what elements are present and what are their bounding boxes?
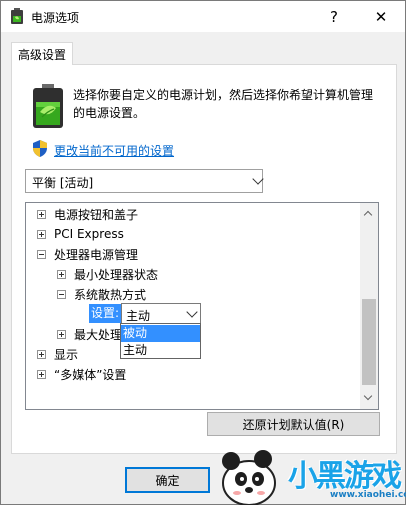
- settings-tree: 电源按钮和盖子 PCI Express 处理器电源管理 最小处理器状态 系统散热…: [25, 202, 379, 410]
- description-text: 选择你要自定义的电源计划，然后选择你希望计算机管理的电源设置。: [73, 88, 374, 120]
- expand-icon[interactable]: [37, 369, 46, 379]
- tree-item-label: 系统散热方式: [74, 287, 147, 302]
- tree-item-processor-power[interactable]: 处理器电源管理: [37, 244, 138, 264]
- tree-item-min-processor-state[interactable]: 最小处理器状态: [57, 264, 158, 284]
- watermark-url: www.xiaohei.com: [330, 490, 406, 500]
- title-bar: 电源选项 ? ✕: [1, 1, 405, 32]
- power-plan-select[interactable]: 平衡 [活动]: [25, 169, 264, 193]
- tree-item-display[interactable]: 显示: [37, 344, 78, 364]
- tab-label: 高级设置: [18, 48, 67, 62]
- tree-scrollbar[interactable]: [360, 203, 378, 409]
- scroll-thumb[interactable]: [362, 299, 376, 385]
- tree-item-label: 电源按钮和盖子: [54, 207, 139, 222]
- expand-icon[interactable]: [37, 209, 46, 219]
- chevron-down-icon: [186, 306, 198, 318]
- tree-item-multimedia[interactable]: “多媒体”设置: [37, 364, 126, 384]
- expand-icon[interactable]: [57, 329, 66, 339]
- tree-item-power-buttons[interactable]: 电源按钮和盖子: [37, 204, 138, 224]
- restore-defaults-button[interactable]: 还原计划默认值(R): [207, 412, 380, 436]
- cooling-policy-dropdown: 被动 主动: [120, 323, 201, 359]
- watermark-logo-text: 小黑游戏: [288, 459, 402, 494]
- help-button[interactable]: ?: [311, 1, 357, 32]
- tree-item-label: 最小处理器状态: [74, 267, 159, 282]
- tree-item-label: 显示: [54, 347, 79, 362]
- chevron-down-icon: [252, 173, 264, 185]
- power-plan-value: 平衡 [活动]: [32, 176, 94, 190]
- tree-item-label: 处理器电源管理: [54, 247, 139, 262]
- battery-leaf-icon: [11, 8, 23, 24]
- close-button[interactable]: ✕: [358, 1, 404, 32]
- expand-icon[interactable]: [37, 349, 46, 359]
- change-unavailable-settings-link[interactable]: 更改当前不可用的设置: [54, 142, 174, 159]
- tab-advanced-settings[interactable]: 高级设置: [11, 42, 73, 65]
- collapse-icon[interactable]: [57, 289, 66, 299]
- cooling-policy-combo[interactable]: 主动: [121, 303, 201, 324]
- dropdown-option-active[interactable]: 主动: [121, 342, 200, 359]
- tree-item-pci-express[interactable]: PCI Express: [37, 224, 124, 244]
- combo-value: 主动: [126, 309, 151, 323]
- scroll-down-icon[interactable]: [363, 391, 373, 401]
- tree-item-label: 最大处理: [74, 327, 123, 342]
- window-title: 电源选项: [31, 11, 80, 25]
- battery-power-plan-icon: [33, 84, 63, 128]
- tree-item-max-processor[interactable]: 最大处理: [57, 324, 122, 344]
- expand-icon[interactable]: [57, 269, 66, 279]
- expand-icon[interactable]: [37, 229, 46, 239]
- dropdown-option-passive[interactable]: 被动: [121, 325, 200, 342]
- scroll-up-icon[interactable]: [363, 210, 373, 220]
- tree-item-label: “多媒体”设置: [54, 367, 127, 382]
- uac-shield-icon: [33, 140, 47, 157]
- collapse-icon[interactable]: [37, 249, 46, 259]
- tree-item-cooling-policy[interactable]: 系统散热方式: [57, 284, 146, 304]
- power-options-window: 电源选项 ? ✕ 高级设置 选择你要自定义的电源计划，然后选择你希望计算机管理的…: [0, 0, 406, 505]
- setting-label: 设置:: [89, 304, 122, 323]
- tree-item-label: PCI Express: [54, 227, 124, 241]
- ok-button[interactable]: 确定: [125, 467, 210, 493]
